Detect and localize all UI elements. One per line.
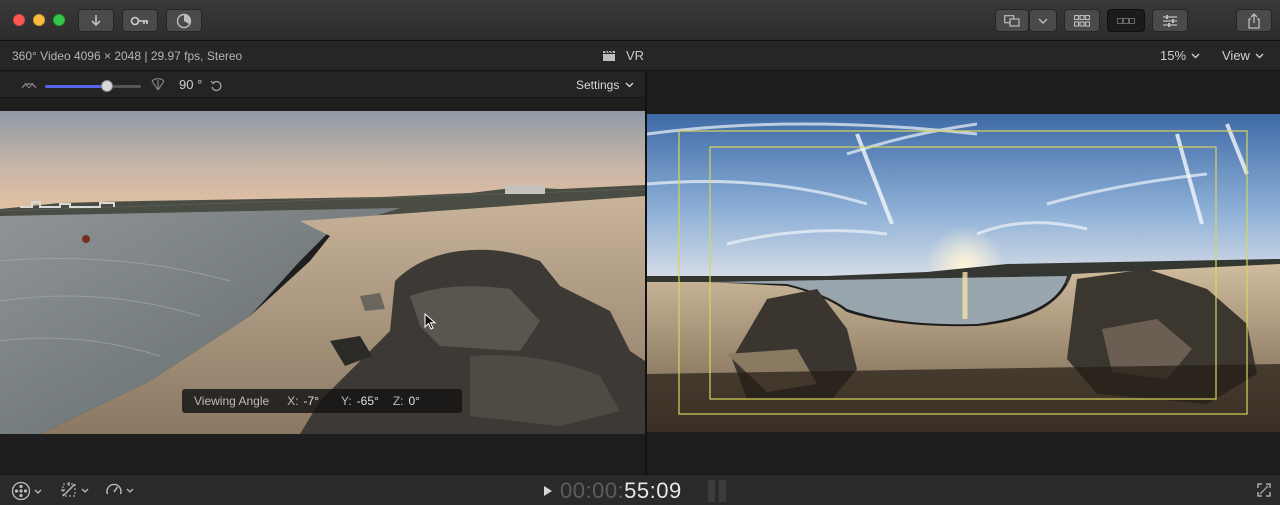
wide-fov-icon (151, 78, 165, 91)
slider-fill (45, 85, 108, 88)
chevron-down-icon (625, 82, 634, 88)
narrow-fov-icon (21, 82, 37, 89)
settings-label: Settings (576, 78, 620, 92)
clapper-icon (603, 50, 615, 61)
clip-appearance-button[interactable] (1064, 9, 1100, 32)
viewing-angle-readout: Viewing Angle X: -7° Y: -65° Z: 0° (182, 389, 462, 413)
equirectangular-viewer[interactable] (647, 114, 1280, 432)
play-icon[interactable] (543, 485, 553, 497)
share-icon (1248, 12, 1260, 29)
crop-transform-icon (61, 482, 76, 497)
chevron-down-icon (1191, 53, 1200, 58)
viewing-angle-label: Viewing Angle (194, 394, 270, 408)
viewer-display-menu[interactable] (1029, 9, 1057, 32)
vr-headset-indicator[interactable]: VR (602, 48, 644, 63)
timeline-button[interactable] (1107, 9, 1145, 32)
share-button[interactable] (1236, 9, 1272, 32)
beach-perspective-image (0, 111, 645, 434)
viewer-bottom-bar: 00:00:55:09 (0, 474, 1280, 505)
chevron-down-icon (1255, 53, 1264, 58)
keywords-button[interactable] (122, 9, 158, 32)
timecode-current: 55:09 (624, 478, 682, 503)
color-board-menu[interactable] (11, 481, 42, 501)
background-tasks-button[interactable] (166, 9, 202, 32)
settings-menu[interactable]: Settings (576, 78, 634, 92)
vr-label: VR (626, 48, 645, 63)
x-axis-value: -7° (303, 394, 319, 408)
chevron-down-icon (34, 489, 42, 494)
z-axis-value: 0° (408, 394, 420, 408)
import-button[interactable] (78, 9, 114, 32)
viewer-bottom-padding (0, 434, 645, 474)
speedometer-icon (106, 483, 122, 495)
viewer-top-padding (647, 72, 1280, 112)
beach-360-panorama-image (647, 114, 1280, 432)
x-axis-label: X: (287, 394, 299, 408)
retime-menu[interactable] (105, 481, 134, 499)
vr-viewer-controls: 90 ° Settings (0, 72, 646, 98)
download-arrow-icon (91, 14, 101, 26)
viewer-display-button[interactable] (995, 9, 1029, 32)
sliders-icon (1163, 14, 1177, 27)
clip-format-text: 360° Video 4096 × 2048 | 29.97 fps, Ster… (12, 49, 243, 63)
zoom-value: 15% (1160, 48, 1187, 63)
mouse-cursor-icon (424, 313, 436, 330)
filmstrip-icon (1117, 17, 1135, 24)
grid-icon (1074, 14, 1090, 27)
chevron-down-icon (1038, 18, 1048, 24)
timecode-display[interactable]: 00:00:55:09 (560, 478, 682, 504)
slider-knob[interactable] (101, 80, 114, 92)
zoom-menu[interactable]: 15% (1160, 48, 1200, 63)
progress-circle-icon (176, 13, 192, 28)
key-icon (130, 16, 148, 25)
audio-meter-left-channel (708, 480, 715, 502)
reset-icon[interactable] (210, 80, 222, 92)
screens-icon (1004, 14, 1020, 27)
audio-meter[interactable] (708, 480, 726, 502)
chevron-down-icon (81, 488, 89, 493)
close-window-button[interactable] (13, 14, 25, 26)
zoom-window-button[interactable] (53, 14, 65, 26)
view-menu[interactable]: View (1222, 48, 1264, 63)
view-menu-label: View (1222, 48, 1250, 63)
field-of-view-slider[interactable] (45, 80, 141, 92)
field-of-view-value: 90 ° (179, 77, 203, 92)
audio-meter-right-channel (719, 480, 726, 502)
fullscreen-icon[interactable] (1257, 483, 1271, 497)
toolbar (0, 0, 1280, 41)
inspector-button[interactable] (1152, 9, 1188, 32)
y-axis-value: -65° (356, 394, 379, 408)
transform-menu[interactable] (60, 481, 89, 499)
vr-viewer[interactable]: Viewing Angle X: -7° Y: -65° Z: 0° (0, 111, 645, 434)
timecode-leading: 00:00: (560, 478, 625, 503)
z-axis-label: Z: (392, 394, 404, 408)
viewer-info-bar: 360° Video 4096 × 2048 | 29.97 fps, Ster… (0, 41, 1280, 71)
minimize-window-button[interactable] (33, 14, 45, 26)
chevron-down-icon (126, 488, 134, 493)
color-wheel-icon (11, 481, 31, 501)
y-axis-label: Y: (340, 394, 352, 408)
